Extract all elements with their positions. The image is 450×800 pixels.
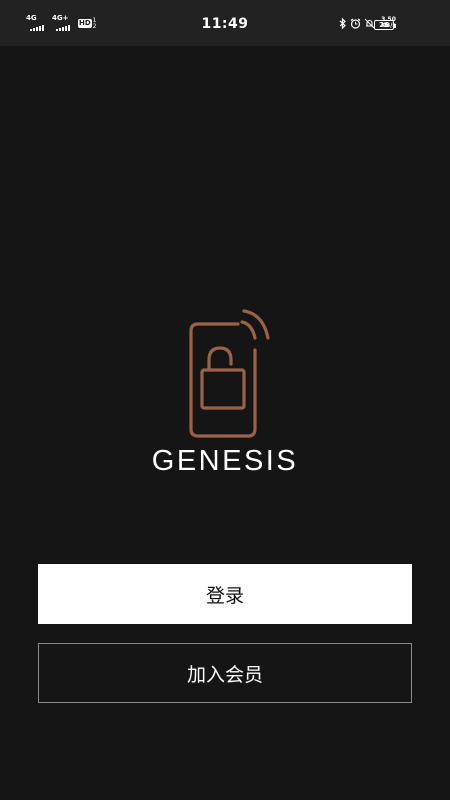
brand-name: GENESIS (151, 445, 299, 477)
battery-icon: 26 (374, 20, 396, 30)
login-button[interactable]: 登录 (38, 564, 412, 624)
bluetooth-icon (339, 17, 346, 29)
alarm-icon (350, 18, 361, 29)
phone-lock-wireless-icon (189, 309, 270, 438)
battery-level: 26 (379, 20, 389, 29)
status-bar: 4G 4G+ HD 1 2 11:49 3.50 KB/s 26 (0, 0, 450, 46)
join-member-button[interactable]: 加入会员 (38, 643, 412, 703)
